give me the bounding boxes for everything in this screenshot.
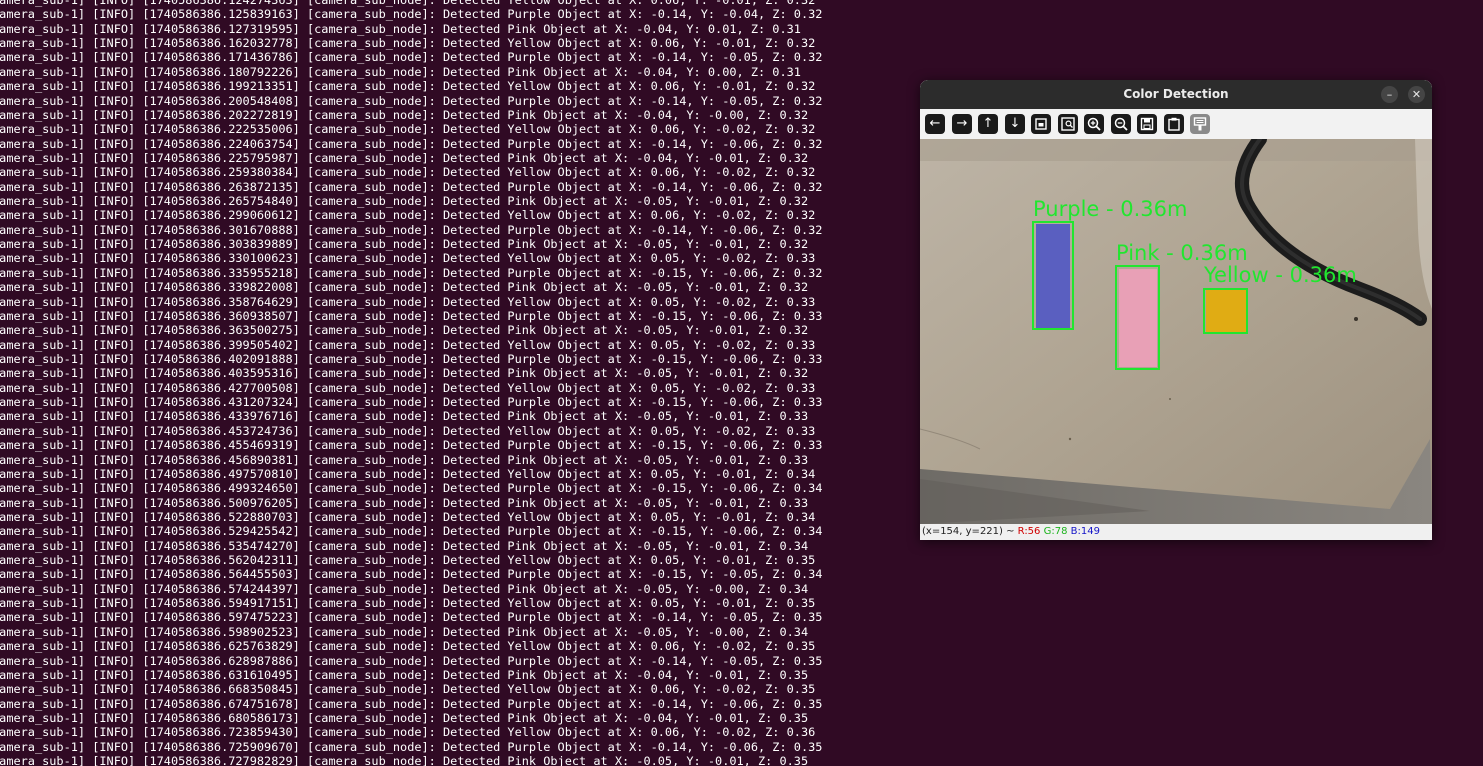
terminal-line: camera_sub-1] [INFO] [1740586386.7238594… [0,725,816,740]
terminal-line: camera_sub-1] [INFO] [1740586386.3609385… [0,308,823,323]
terminal-line: camera_sub-1] [INFO] [1740586386.4993246… [0,481,823,496]
terminal-line: camera_sub-1] [INFO] [1740586386.6683508… [0,682,816,697]
zoom-original-button[interactable] [1058,114,1078,134]
copy-button[interactable] [1164,114,1184,134]
window-titlebar[interactable]: Color Detection – ✕ [920,80,1432,109]
zoom-original-icon [1061,117,1075,131]
terminal-line: camera_sub-1] [INFO] [1740586386.1258391… [0,7,823,22]
terminal-line: camera_sub-1] [INFO] [1740586386.4339767… [0,409,809,424]
terminal-line: camera_sub-1] [INFO] [1740586386.3635002… [0,323,809,338]
terminal-line: camera_sub-1] [INFO] [1740586386.1620327… [0,36,816,51]
terminal-line: camera_sub-1] [INFO] [1740586386.4537247… [0,423,816,438]
terminal-line: camera_sub-1] [INFO] [1740586386.2638721… [0,179,823,194]
terminal-line: camera_sub-1] [INFO] [1740586386.7259096… [0,739,823,754]
terminal-line: camera_sub-1] [INFO] [1740586386.5294255… [0,524,823,539]
terminal-line: camera_sub-1] [INFO] [1740586386.6289878… [0,653,823,668]
save-button[interactable] [1137,114,1157,134]
pan-down-button[interactable]: ↓ [1005,114,1025,134]
terminal-line: camera_sub-1] [INFO] [1740586386.2657548… [0,194,809,209]
terminal-line: camera_sub-1] [INFO] [1740586386.6747516… [0,696,823,711]
terminal-line: camera_sub-1] [INFO] [1740586386.3301006… [0,251,816,266]
camera-frame: Purple - 0.36m Pink - 0.36m Yellow - 0.3… [920,139,1432,524]
terminal-line: camera_sub-1] [INFO] [1740586386.3038398… [0,237,809,252]
terminal-line: camera_sub-1] [INFO] [1740586386.5949171… [0,596,816,611]
terminal-line: camera_sub-1] [INFO] [1740586386.2240637… [0,136,823,151]
color-detection-window[interactable]: Color Detection – ✕ ← → ↑ ↓ Purple - 0.3… [920,80,1432,540]
arrow-right-icon: → [956,116,968,131]
terminal-line: camera_sub-1] [INFO] [1740586386.4277005… [0,380,816,395]
terminal-line: camera_sub-1] [INFO] [1740586386.3359552… [0,265,823,280]
terminal-line: camera_sub-1] [INFO] [1740586386.7279828… [0,754,809,766]
terminal-line: camera_sub-1] [INFO] [1740586386.5742443… [0,581,809,596]
yellow-object [1206,289,1246,332]
terminal-line: camera_sub-1] [INFO] [1740586386.2225350… [0,122,816,137]
properties-icon [1193,117,1207,131]
terminal-line: camera_sub-1] [INFO] [1740586386.5009762… [0,495,809,510]
terminal-line: camera_sub-1] [INFO] [1740586386.4975708… [0,466,816,481]
blue-value: B:149 [1070,526,1100,537]
terminal-line: camera_sub-1] [INFO] [1740586386.2257959… [0,150,809,165]
terminal-line: camera_sub-1] [INFO] [1740586386.4568903… [0,452,809,467]
terminal-line: camera_sub-1] [INFO] [1740586386.2990606… [0,208,816,223]
terminal-output: camera_sub-1] [INFO] [1740586386.1242743… [0,0,822,766]
terminal-line: camera_sub-1] [INFO] [1740586386.5620423… [0,553,816,568]
terminal-line: camera_sub-1] [INFO] [1740586386.3398220… [0,280,809,295]
terminal-line: camera_sub-1] [INFO] [1740586386.2593803… [0,165,816,180]
pink-object [1119,269,1157,367]
terminal-line: camera_sub-1] [INFO] [1740586386.5228807… [0,509,816,524]
terminal-line: camera_sub-1] [INFO] [1740586386.6805861… [0,710,809,725]
zoom-fit-icon [1035,118,1047,130]
zoom-out-icon [1114,117,1128,131]
terminal-line: camera_sub-1] [INFO] [1740586386.1807922… [0,64,801,79]
terminal-line: camera_sub-1] [INFO] [1740586386.5354742… [0,538,809,553]
window-toolbar: ← → ↑ ↓ [920,109,1432,139]
pan-left-button[interactable]: ← [925,114,945,134]
terminal-line: camera_sub-1] [INFO] [1740586386.5989025… [0,624,809,639]
terminal-line: camera_sub-1] [INFO] [1740586386.3587646… [0,294,816,309]
arrow-left-icon: ← [929,116,941,131]
minimize-button[interactable]: – [1381,86,1398,103]
pink-label: Pink - 0.36m [1116,241,1248,265]
status-bar: (x=154, y=221) ~ R:56 G:78 B:149 [920,524,1432,540]
zoom-fit-button[interactable] [1031,114,1051,134]
green-value: G:78 [1043,526,1068,537]
close-button[interactable]: ✕ [1408,86,1425,103]
terminal-line: camera_sub-1] [INFO] [1740586386.5644555… [0,567,823,582]
arrow-down-icon: ↓ [1009,116,1021,131]
terminal-line: camera_sub-1] [INFO] [1740586386.5974752… [0,610,823,625]
terminal-line: camera_sub-1] [INFO] [1740586386.1242743… [0,0,816,7]
camera-image[interactable]: Purple - 0.36m Pink - 0.36m Yellow - 0.3… [920,139,1432,524]
copy-icon [1168,117,1180,131]
terminal-line: camera_sub-1] [INFO] [1740586386.4554693… [0,438,823,453]
pan-right-button[interactable]: → [952,114,972,134]
yellow-label: Yellow - 0.36m [1203,263,1357,287]
arrow-up-icon: ↑ [982,116,994,131]
window-title: Color Detection [1123,87,1229,101]
terminal-line: camera_sub-1] [INFO] [1740586386.3995054… [0,337,816,352]
terminal-line: camera_sub-1] [INFO] [1740586386.6316104… [0,667,809,682]
terminal-line: camera_sub-1] [INFO] [1740586386.4035953… [0,366,809,381]
terminal-line: camera_sub-1] [INFO] [1740586386.1992133… [0,79,816,94]
zoom-out-button[interactable] [1111,114,1131,134]
terminal-line: camera_sub-1] [INFO] [1740586386.6257638… [0,639,816,654]
red-value: R:56 [1017,526,1041,537]
terminal-line: camera_sub-1] [INFO] [1740586386.4312073… [0,395,823,410]
terminal-line: camera_sub-1] [INFO] [1740586386.4020918… [0,351,823,366]
zoom-in-icon [1087,117,1101,131]
terminal-line: camera_sub-1] [INFO] [1740586386.3016708… [0,222,823,237]
cursor-coordinates: (x=154, y=221) ~ [922,526,1018,537]
terminal-line: camera_sub-1] [INFO] [1740586386.2005484… [0,93,823,108]
terminal-line: camera_sub-1] [INFO] [1740586386.1273195… [0,21,801,36]
purple-label: Purple - 0.36m [1033,197,1187,221]
purple-object [1036,224,1070,329]
terminal-line: camera_sub-1] [INFO] [1740586386.2022728… [0,107,809,122]
zoom-in-button[interactable] [1084,114,1104,134]
pan-up-button[interactable]: ↑ [978,114,998,134]
properties-button[interactable] [1190,114,1210,134]
terminal-line: camera_sub-1] [INFO] [1740586386.1714367… [0,50,823,65]
save-icon [1140,117,1154,131]
